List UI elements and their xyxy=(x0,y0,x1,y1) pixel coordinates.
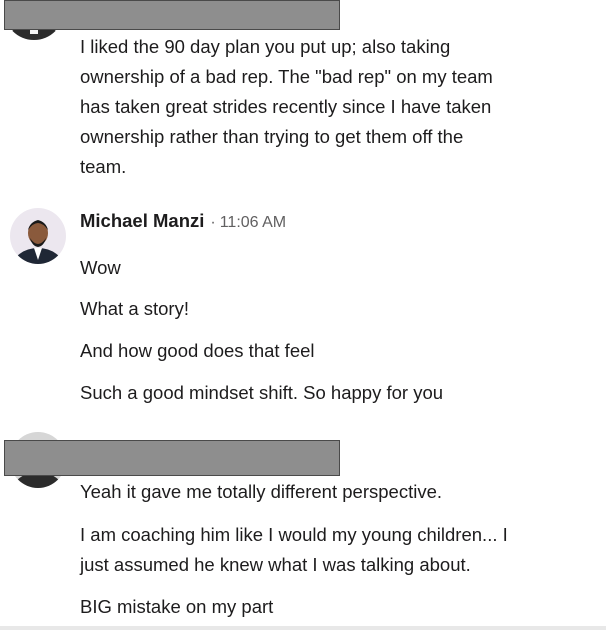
timestamp[interactable]: 11:06 AM xyxy=(220,214,286,231)
message-text: I liked the 90 day plan you put up; also… xyxy=(80,36,451,57)
message-text: And how good does that feel xyxy=(80,340,315,361)
message-1[interactable]: I liked the 90 day plan you put up; also… xyxy=(0,0,606,190)
message-text: Wow xyxy=(80,257,121,278)
message-text: Yeah it gave me totally different perspe… xyxy=(80,481,442,502)
message-text: I am coaching him like I would my young … xyxy=(80,524,508,545)
chat-thread: I liked the 90 day plan you put up; also… xyxy=(0,0,606,630)
message-text: What a story! xyxy=(80,298,189,319)
message-text: ownership rather than trying to get them… xyxy=(80,126,464,147)
message-text: team. xyxy=(80,156,127,177)
message-3[interactable]: Yeah it gave me totally different perspe… xyxy=(0,424,606,624)
sender-name-text[interactable]: Michael Manzi xyxy=(80,210,204,231)
message-text: has taken great strides recently since I… xyxy=(80,96,492,117)
divider xyxy=(0,626,606,630)
separator-dot: · xyxy=(210,214,216,231)
redacted-sender-name xyxy=(4,0,340,30)
message-text: ownership of a bad rep. The "bad rep" on… xyxy=(80,66,493,87)
sender-name[interactable]: Michael Manzi · 11:06 AM xyxy=(80,210,286,232)
redacted-sender-name xyxy=(4,440,340,476)
message-2[interactable]: Michael Manzi · 11:06 AM Wow What a story!… xyxy=(0,196,606,416)
message-text: Such a good mindset shift. So happy for … xyxy=(80,382,444,403)
avatar[interactable] xyxy=(10,208,66,264)
message-text: BIG mistake on my part xyxy=(80,596,274,617)
message-text: just assumed he knew what I was talking … xyxy=(80,554,471,575)
